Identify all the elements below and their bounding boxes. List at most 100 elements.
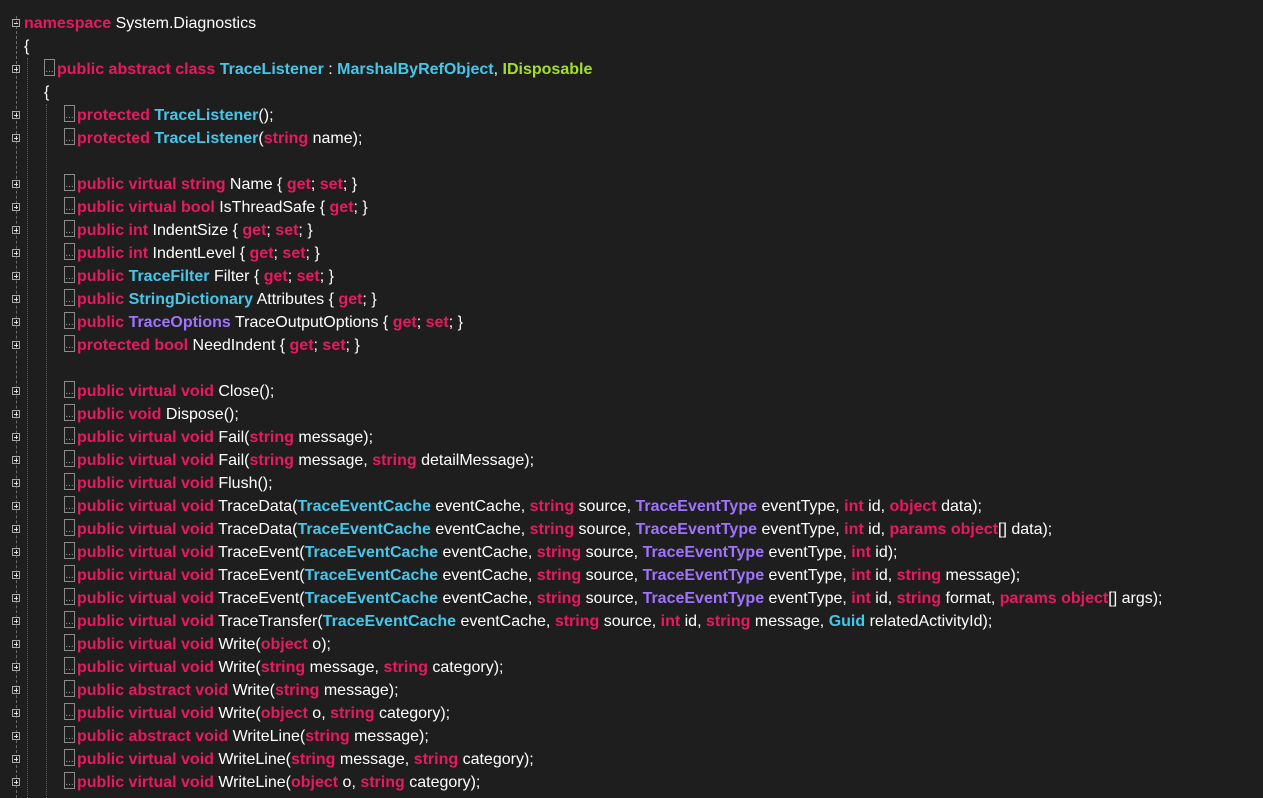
code-line[interactable]: namespace System.Diagnostics xyxy=(0,12,1263,35)
code-line[interactable]: ... public virtual void TraceData(TraceEv… xyxy=(0,518,1263,541)
collapsed-region-marker[interactable]: ... xyxy=(64,312,75,329)
expand-fold-icon[interactable] xyxy=(12,226,20,234)
code-token: , xyxy=(493,61,503,78)
code-line[interactable]: ... public virtual void Fail(string messa… xyxy=(0,449,1263,472)
collapsed-region-marker[interactable]: ... xyxy=(64,473,75,490)
code-line[interactable]: ... public virtual void TraceEvent(TraceE… xyxy=(0,541,1263,564)
code-line[interactable]: ... public virtual void Write(string mess… xyxy=(0,656,1263,679)
expand-fold-icon[interactable] xyxy=(12,433,20,441)
code-line[interactable]: ... public int IndentLevel { get; set; } xyxy=(0,242,1263,265)
expand-fold-icon[interactable] xyxy=(12,410,20,418)
code-line[interactable]: ... public TraceOptions TraceOutputOption… xyxy=(0,311,1263,334)
expand-fold-icon[interactable] xyxy=(12,479,20,487)
code-token: string xyxy=(330,705,375,722)
collapsed-region-marker[interactable]: ... xyxy=(64,519,75,536)
code-line[interactable]: ... public virtual void Close(); xyxy=(0,380,1263,403)
code-line[interactable]: ... public virtual void WriteLine(string … xyxy=(0,748,1263,771)
expand-fold-icon[interactable] xyxy=(12,387,20,395)
code-line[interactable]: ... public virtual void TraceTransfer(Tra… xyxy=(0,610,1263,633)
expand-fold-icon[interactable] xyxy=(12,111,20,119)
collapsed-region-marker[interactable]: ... xyxy=(64,381,75,398)
collapsed-region-marker[interactable]: ... xyxy=(64,174,75,191)
code-line[interactable]: ... public virtual void Write(object o); xyxy=(0,633,1263,656)
expand-fold-icon[interactable] xyxy=(12,295,20,303)
code-line[interactable]: ... protected bool NeedIndent { get; set;… xyxy=(0,334,1263,357)
expand-fold-icon[interactable] xyxy=(12,134,20,142)
expand-fold-icon[interactable] xyxy=(12,456,20,464)
collapsed-region-marker[interactable]: ... xyxy=(64,680,75,697)
code-line[interactable]: ... protected TraceListener(string name); xyxy=(0,127,1263,150)
expand-fold-icon[interactable] xyxy=(12,341,20,349)
collapsed-region-marker[interactable]: ... xyxy=(64,450,75,467)
code-line[interactable]: ... public int IndentSize { get; set; } xyxy=(0,219,1263,242)
collapse-fold-icon[interactable] xyxy=(12,19,20,27)
code-line[interactable] xyxy=(0,150,1263,173)
collapsed-region-marker[interactable]: ... xyxy=(64,611,75,628)
code-line[interactable] xyxy=(0,357,1263,380)
expand-fold-icon[interactable] xyxy=(12,594,20,602)
collapsed-region-marker[interactable]: ... xyxy=(44,59,55,76)
code-line[interactable]: ... public virtual string Name { get; set… xyxy=(0,173,1263,196)
code-line[interactable]: ... public TraceFilter Filter { get; set;… xyxy=(0,265,1263,288)
collapsed-region-marker[interactable]: ... xyxy=(64,496,75,513)
collapsed-region-marker[interactable]: ... xyxy=(64,565,75,582)
code-line[interactable]: { xyxy=(0,81,1263,104)
code-line[interactable]: ... public abstract void Write(string mes… xyxy=(0,679,1263,702)
collapsed-region-marker[interactable]: ... xyxy=(64,335,75,352)
code-line[interactable]: ... public abstract class TraceListener :… xyxy=(0,58,1263,81)
code-line[interactable]: ... public virtual void WriteLine(object … xyxy=(0,771,1263,794)
collapsed-region-marker[interactable]: ... xyxy=(64,243,75,260)
code-line[interactable]: { xyxy=(0,35,1263,58)
expand-fold-icon[interactable] xyxy=(12,686,20,694)
expand-fold-icon[interactable] xyxy=(12,617,20,625)
code-line[interactable]: ... public abstract void WriteLine(string… xyxy=(0,725,1263,748)
expand-fold-icon[interactable] xyxy=(12,502,20,510)
collapsed-region-marker[interactable]: ... xyxy=(64,404,75,421)
collapsed-region-marker[interactable]: ... xyxy=(64,427,75,444)
expand-fold-icon[interactable] xyxy=(12,180,20,188)
code-editor[interactable]: namespace System.Diagnostics{... public a… xyxy=(0,0,1263,798)
code-line[interactable]: ... public virtual void TraceData(TraceEv… xyxy=(0,495,1263,518)
expand-fold-icon[interactable] xyxy=(12,755,20,763)
collapsed-region-marker[interactable]: ... xyxy=(64,105,75,122)
code-line[interactable]: ... public virtual void Flush(); xyxy=(0,472,1263,495)
expand-fold-icon[interactable] xyxy=(12,548,20,556)
code-token: public virtual void xyxy=(77,751,214,768)
expand-fold-icon[interactable] xyxy=(12,272,20,280)
expand-fold-icon[interactable] xyxy=(12,709,20,717)
collapsed-region-marker[interactable]: ... xyxy=(64,588,75,605)
code-token: Fail( xyxy=(213,429,250,446)
expand-fold-icon[interactable] xyxy=(12,65,20,73)
collapsed-region-marker[interactable]: ... xyxy=(64,266,75,283)
expand-fold-icon[interactable] xyxy=(12,525,20,533)
expand-fold-icon[interactable] xyxy=(12,318,20,326)
collapsed-region-marker[interactable]: ... xyxy=(64,772,75,789)
code-line[interactable]: ... public StringDictionary Attributes { … xyxy=(0,288,1263,311)
expand-fold-icon[interactable] xyxy=(12,571,20,579)
code-line[interactable]: ... public virtual bool IsThreadSafe { ge… xyxy=(0,196,1263,219)
expand-fold-icon[interactable] xyxy=(12,778,20,786)
code-text: ... public virtual void WriteLine(string … xyxy=(64,748,534,771)
collapsed-region-marker[interactable]: ... xyxy=(64,128,75,145)
code-line[interactable]: ... public virtual void TraceEvent(TraceE… xyxy=(0,564,1263,587)
expand-fold-icon[interactable] xyxy=(12,249,20,257)
code-token: message); xyxy=(349,728,429,745)
collapsed-region-marker[interactable]: ... xyxy=(64,657,75,674)
collapsed-region-marker[interactable]: ... xyxy=(64,542,75,559)
collapsed-region-marker[interactable]: ... xyxy=(64,197,75,214)
code-line[interactable]: ... protected TraceListener(); xyxy=(0,104,1263,127)
collapsed-region-marker[interactable]: ... xyxy=(64,726,75,743)
collapsed-region-marker[interactable]: ... xyxy=(64,289,75,306)
expand-fold-icon[interactable] xyxy=(12,663,20,671)
collapsed-region-marker[interactable]: ... xyxy=(64,634,75,651)
expand-fold-icon[interactable] xyxy=(12,732,20,740)
collapsed-region-marker[interactable]: ... xyxy=(64,703,75,720)
code-line[interactable]: ... public void Dispose(); xyxy=(0,403,1263,426)
collapsed-region-marker[interactable]: ... xyxy=(64,749,75,766)
code-line[interactable]: ... public virtual void Write(object o, s… xyxy=(0,702,1263,725)
expand-fold-icon[interactable] xyxy=(12,640,20,648)
collapsed-region-marker[interactable]: ... xyxy=(64,220,75,237)
code-line[interactable]: ... public virtual void TraceEvent(TraceE… xyxy=(0,587,1263,610)
expand-fold-icon[interactable] xyxy=(12,203,20,211)
code-line[interactable]: ... public virtual void Fail(string messa… xyxy=(0,426,1263,449)
